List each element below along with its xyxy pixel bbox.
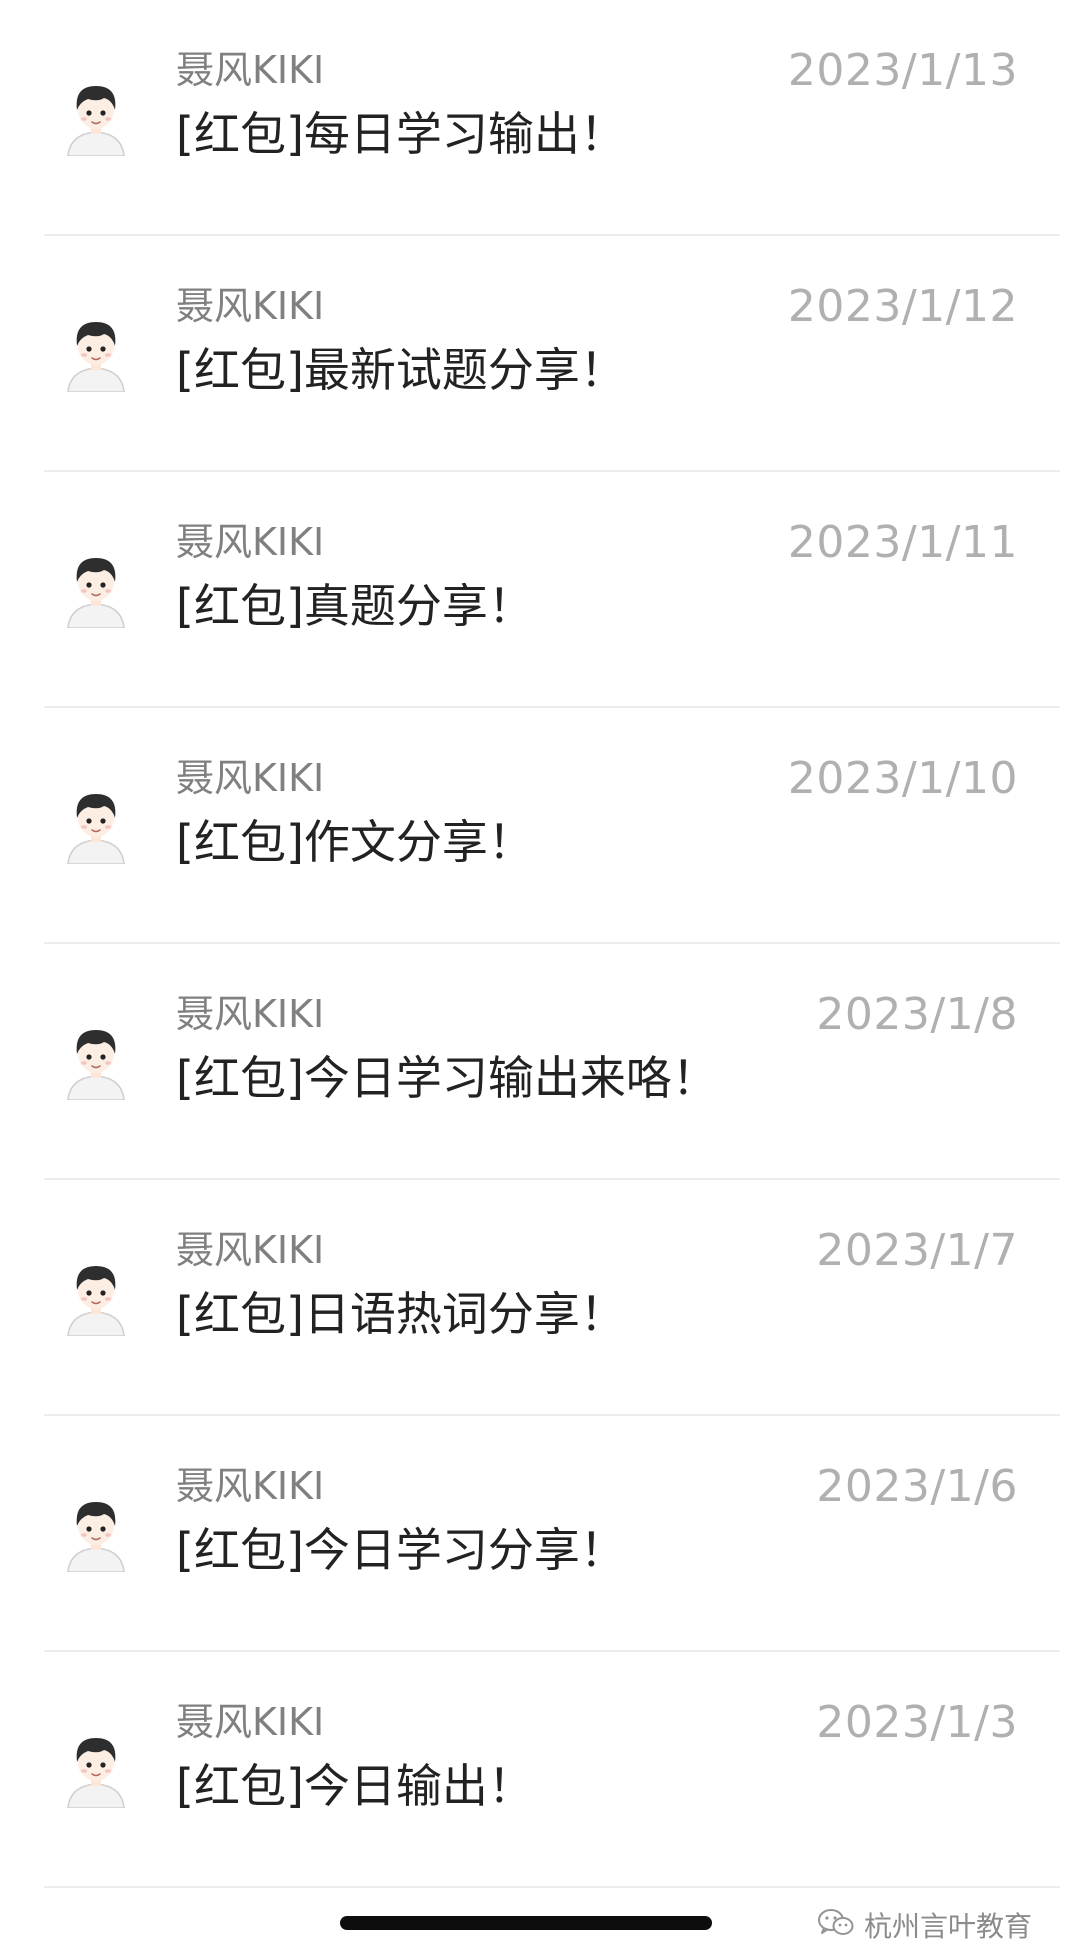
avatar[interactable] [64,548,128,628]
avatar[interactable] [64,312,128,392]
avatar[interactable] [64,1256,128,1336]
message-preview: [红包]今日学习输出来咯！ [176,1051,718,1105]
chat-row[interactable]: 聂风KIKI 2023/1/8 [红包]今日学习输出来咯！ [0,944,1080,1180]
message-preview: [红包]每日学习输出！ [176,107,626,161]
chat-date: 2023/1/10 [787,753,1018,804]
message-preview: [红包]真题分享！ [176,579,534,633]
sender-name: 聂风KIKI [176,992,325,1036]
chat-row[interactable]: 聂风KIKI 2023/1/6 [红包]今日学习分享！ [0,1416,1080,1652]
chat-date: 2023/1/6 [816,1461,1018,1512]
message-preview: [红包]最新试题分享！ [176,343,626,397]
message-preview: [红包]作文分享！ [176,815,534,869]
chat-date: 2023/1/11 [787,517,1018,568]
chat-row[interactable]: 聂风KIKI 2023/1/11 [红包]真题分享！ [0,472,1080,708]
chat-date: 2023/1/13 [787,45,1018,96]
chat-date: 2023/1/7 [816,1225,1018,1276]
wechat-icon [816,1907,856,1943]
message-preview: [红包]今日输出！ [176,1759,534,1813]
sender-name: 聂风KIKI [176,756,325,800]
chat-row[interactable]: 聂风KIKI 2023/1/10 [红包]作文分享！ [0,708,1080,944]
chat-date: 2023/1/12 [787,281,1018,332]
watermark-text: 杭州言叶教育 [863,1910,1032,1943]
message-preview: [红包]今日学习分享！ [176,1523,626,1577]
row-divider [44,1886,1060,1888]
home-indicator[interactable] [340,1916,712,1930]
watermark: 杭州言叶教育 [816,1906,1032,1944]
avatar[interactable] [64,1492,128,1572]
chat-row[interactable]: 聂风KIKI 2023/1/7 [红包]日语热词分享！ [0,1180,1080,1416]
sender-name: 聂风KIKI [176,284,325,328]
avatar[interactable] [64,784,128,864]
chat-row[interactable]: 聂风KIKI 2023/1/3 [红包]今日输出！ [0,1652,1080,1888]
sender-name: 聂风KIKI [176,1464,325,1508]
avatar[interactable] [64,1020,128,1100]
sender-name: 聂风KIKI [176,1700,325,1744]
sender-name: 聂风KIKI [176,48,325,92]
avatar[interactable] [64,1728,128,1808]
avatar[interactable] [64,76,128,156]
chat-date: 2023/1/3 [816,1697,1018,1748]
sender-name: 聂风KIKI [176,520,325,564]
message-preview: [红包]日语热词分享！ [176,1287,626,1341]
chat-row[interactable]: 聂风KIKI 2023/1/12 [红包]最新试题分享！ [0,236,1080,472]
chat-row[interactable]: 聂风KIKI 2023/1/13 [红包]每日学习输出！ [0,0,1080,236]
sender-name: 聂风KIKI [176,1228,325,1272]
chat-date: 2023/1/8 [816,989,1018,1040]
